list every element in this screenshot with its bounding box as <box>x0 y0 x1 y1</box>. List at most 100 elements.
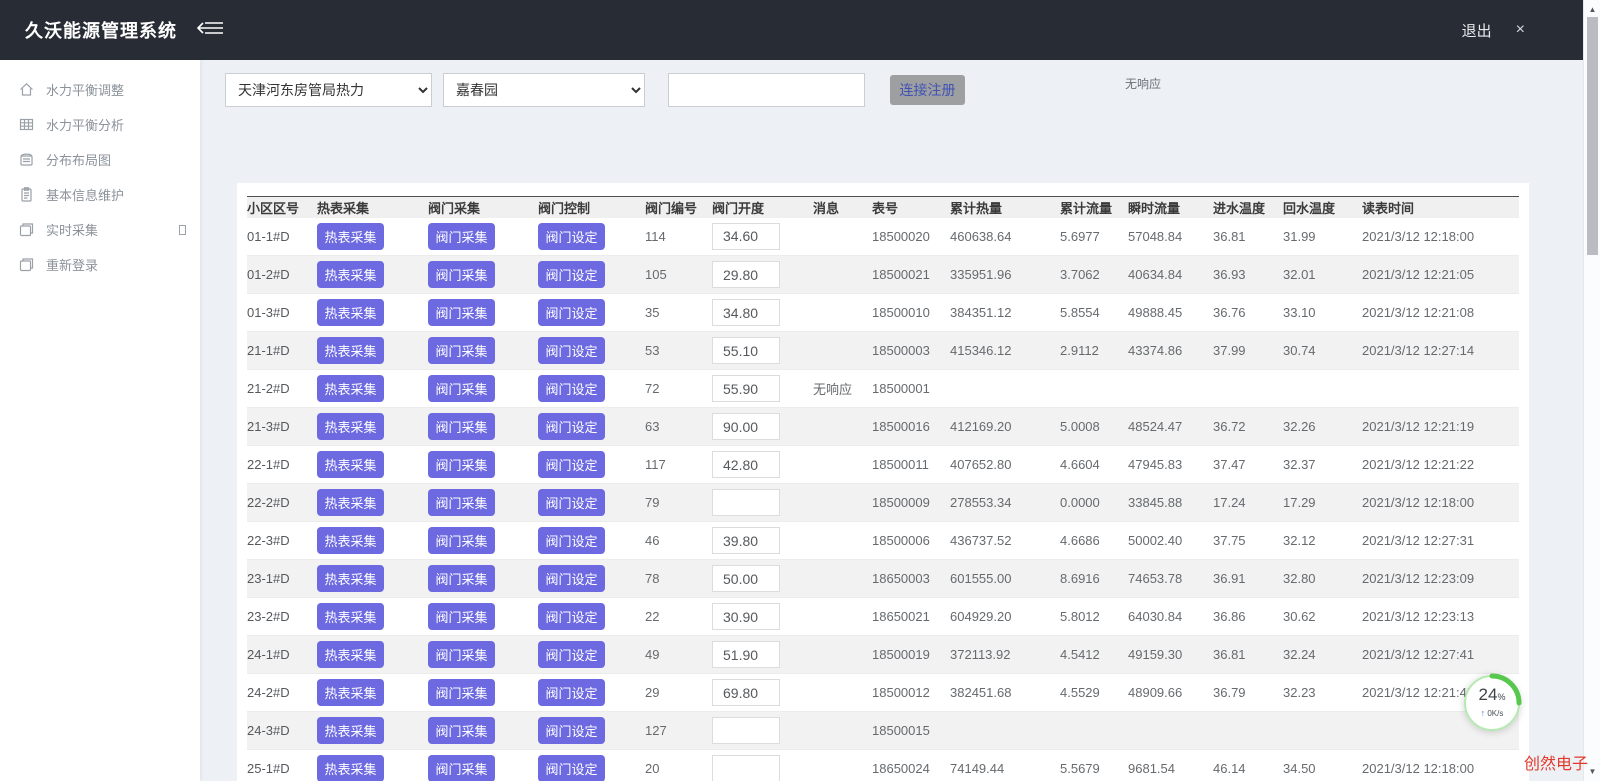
heat-collect-button[interactable]: 热表采集 <box>317 375 384 402</box>
heat-collect-button[interactable]: 热表采集 <box>317 717 384 744</box>
valve-opening-input[interactable] <box>712 451 780 478</box>
valve-collect-button[interactable]: 阀门采集 <box>428 603 495 630</box>
valve-opening-input[interactable] <box>712 375 780 402</box>
valve-collect-button[interactable]: 阀门采集 <box>428 451 495 478</box>
return-temp-cell: 32.24 <box>1283 635 1362 674</box>
valve-opening-input[interactable] <box>712 299 780 326</box>
valve-opening-input[interactable] <box>712 755 780 781</box>
valve-collect-button[interactable]: 阀门采集 <box>428 641 495 668</box>
message-cell <box>813 635 872 674</box>
heat-collect-button[interactable]: 热表采集 <box>317 755 384 781</box>
heat-collect-button[interactable]: 热表采集 <box>317 451 384 478</box>
sidebar-item-hydraulic-balance-adjust[interactable]: 水力平衡调整 <box>0 72 200 107</box>
vertical-scrollbar[interactable]: ▲ ▼ <box>1583 0 1600 781</box>
heat-collect-button[interactable]: 热表采集 <box>317 565 384 592</box>
valve-opening-input[interactable] <box>712 527 780 554</box>
inlet-temp-cell: 36.72 <box>1213 407 1283 446</box>
valve-opening-input[interactable] <box>712 641 780 668</box>
address-input[interactable] <box>668 73 865 107</box>
valve-collect-button[interactable]: 阀门采集 <box>428 222 495 250</box>
total-flow-cell: 5.0008 <box>1060 407 1128 446</box>
home-icon <box>18 81 35 98</box>
total-heat-cell: 278553.34 <box>950 483 1060 522</box>
connect-register-button[interactable]: 连接注册 <box>890 75 965 105</box>
sidebar-item-distribution-layout[interactable]: 分布布局图 <box>0 142 200 177</box>
valve-set-button[interactable]: 阀门设定 <box>538 222 605 250</box>
valve-set-button[interactable]: 阀门设定 <box>538 375 605 402</box>
valve-set-button[interactable]: 阀门设定 <box>538 337 605 364</box>
valve-set-button[interactable]: 阀门设定 <box>538 679 605 706</box>
valve-collect-button[interactable]: 阀门采集 <box>428 489 495 516</box>
sidebar-item-basic-info-maintenance[interactable]: 基本信息维护 <box>0 177 200 212</box>
col-return-temp: 回水温度 <box>1283 196 1362 218</box>
message-cell <box>813 255 872 294</box>
sidebar-item-relogin[interactable]: 重新登录 <box>0 247 200 282</box>
valve-opening-input[interactable] <box>712 717 780 744</box>
heat-collect-button[interactable]: 热表采集 <box>317 222 384 250</box>
valve-opening-input[interactable] <box>712 489 780 516</box>
sidebar-toggle-button[interactable] <box>195 20 225 41</box>
valve-opening-input[interactable] <box>712 261 780 288</box>
valve-set-button[interactable]: 阀门设定 <box>538 413 605 440</box>
valve-opening-input[interactable] <box>712 222 780 250</box>
valve-set-button[interactable]: 阀门设定 <box>538 299 605 326</box>
heat-collect-button[interactable]: 热表采集 <box>317 413 384 440</box>
valve-collect-button[interactable]: 阀门采集 <box>428 679 495 706</box>
valve-set-button[interactable]: 阀门设定 <box>538 755 605 781</box>
meter-no-cell: 18650021 <box>872 597 950 636</box>
valve-no-cell: 105 <box>645 255 712 294</box>
valve-collect-button[interactable]: 阀门采集 <box>428 375 495 402</box>
valve-opening-input[interactable] <box>712 337 780 364</box>
table-header-row: 小区区号 热表采集 阀门采集 阀门控制 阀门编号 阀门开度 消息 表号 累计热量… <box>247 196 1519 218</box>
community-select[interactable]: 嘉春园 <box>443 73 645 107</box>
valve-opening-input[interactable] <box>712 565 780 592</box>
scrollbar-thumb[interactable] <box>1587 17 1598 255</box>
col-total-flow: 累计流量 <box>1060 196 1128 218</box>
read-time-cell: 2021/3/12 12:18:00 <box>1362 217 1519 256</box>
total-heat-cell: 601555.00 <box>950 559 1060 598</box>
valve-opening-input[interactable] <box>712 413 780 440</box>
valve-opening-input[interactable] <box>712 679 780 706</box>
valve-collect-button[interactable]: 阀门采集 <box>428 565 495 592</box>
close-icon[interactable]: × <box>1516 21 1525 39</box>
valve-set-button[interactable]: 阀门设定 <box>538 565 605 592</box>
valve-collect-button[interactable]: 阀门采集 <box>428 755 495 781</box>
instant-flow-cell: 33845.88 <box>1128 483 1213 522</box>
heat-collect-button[interactable]: 热表采集 <box>317 641 384 668</box>
valve-set-button[interactable]: 阀门设定 <box>538 641 605 668</box>
inlet-temp-cell: 36.91 <box>1213 559 1283 598</box>
sidebar-item-realtime-collect[interactable]: 实时采集 <box>0 212 200 247</box>
valve-collect-button[interactable]: 阀门采集 <box>428 337 495 364</box>
valve-collect-button[interactable]: 阀门采集 <box>428 299 495 326</box>
heat-collect-button[interactable]: 热表采集 <box>317 299 384 326</box>
heat-collect-button[interactable]: 热表采集 <box>317 261 384 288</box>
table-row: 24-1#D 热表采集 阀门采集 阀门设定 49 18500019 372113… <box>247 635 1519 674</box>
heat-collect-button[interactable]: 热表采集 <box>317 679 384 706</box>
valve-set-button[interactable]: 阀门设定 <box>538 451 605 478</box>
company-select[interactable]: 天津河东房管局热力 <box>225 73 432 107</box>
valve-collect-button[interactable]: 阀门采集 <box>428 261 495 288</box>
heat-collect-button[interactable]: 热表采集 <box>317 489 384 516</box>
valve-set-button[interactable]: 阀门设定 <box>538 261 605 288</box>
main-content: 天津河东房管局热力 嘉春园 连接注册 无响应 小区区号 热表采集 阀门采集 阀门… <box>200 60 1583 781</box>
window-icon <box>18 221 35 238</box>
sidebar-item-label: 水力平衡分析 <box>46 118 125 133</box>
valve-set-button[interactable]: 阀门设定 <box>538 717 605 744</box>
heat-collect-button[interactable]: 热表采集 <box>317 527 384 554</box>
network-progress-widget[interactable]: 24% ↑ 0K/s <box>1464 673 1522 731</box>
message-cell <box>813 749 872 781</box>
valve-set-button[interactable]: 阀门设定 <box>538 527 605 554</box>
valve-collect-button[interactable]: 阀门采集 <box>428 717 495 744</box>
table-row: 21-2#D 热表采集 阀门采集 阀门设定 72 无响应 18500001 <box>247 369 1519 408</box>
valve-no-cell: 49 <box>645 635 712 674</box>
heat-collect-button[interactable]: 热表采集 <box>317 337 384 364</box>
valve-set-button[interactable]: 阀门设定 <box>538 489 605 516</box>
valve-collect-button[interactable]: 阀门采集 <box>428 527 495 554</box>
valve-set-button[interactable]: 阀门设定 <box>538 603 605 630</box>
scrollbar-up-icon[interactable]: ▲ <box>1584 5 1600 14</box>
heat-collect-button[interactable]: 热表采集 <box>317 603 384 630</box>
sidebar-item-hydraulic-balance-analysis[interactable]: 水力平衡分析 <box>0 107 200 142</box>
valve-opening-input[interactable] <box>712 603 780 630</box>
logout-button[interactable]: 退出 <box>1462 20 1492 41</box>
valve-collect-button[interactable]: 阀门采集 <box>428 413 495 440</box>
